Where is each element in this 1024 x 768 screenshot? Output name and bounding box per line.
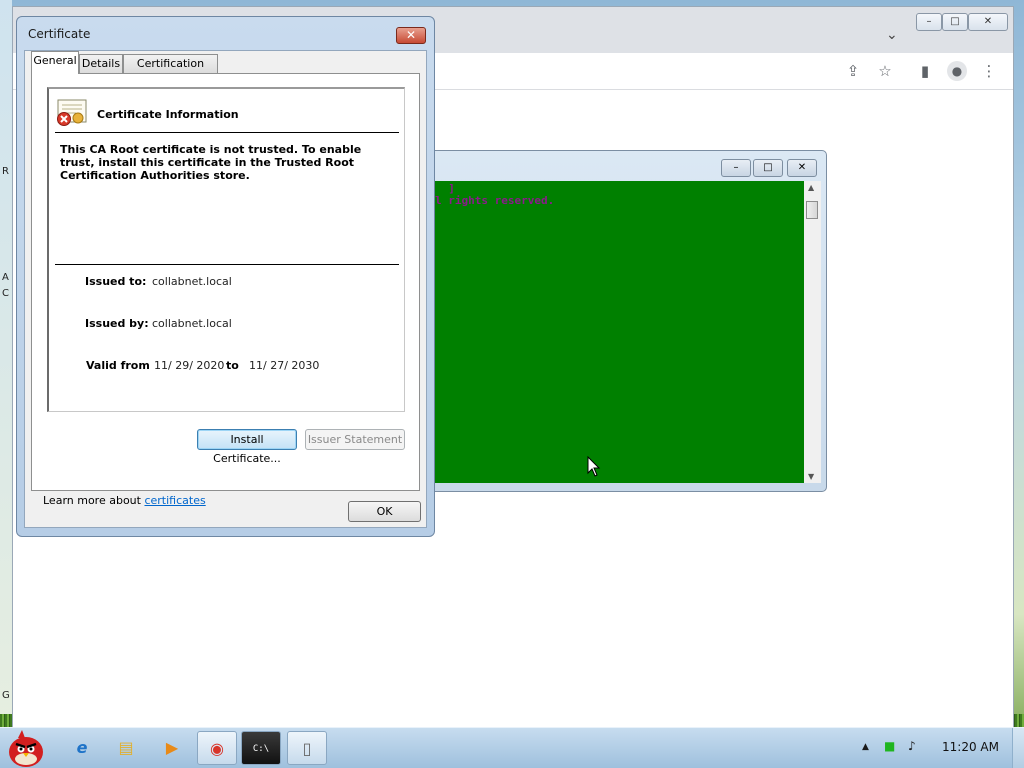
show-hidden-icons-icon[interactable]: ▲ [862,742,869,752]
learn-more-prefix: Learn more about [43,494,145,507]
share-icon[interactable]: ⇪ [843,61,863,81]
minimize-icon[interactable]: – [916,13,942,31]
divider [55,132,399,133]
desktop-left-edge: R A G C [0,0,12,728]
clock[interactable]: 11:20 AM [942,740,999,754]
learn-more-text: Learn more about certificates [43,494,206,507]
dialog-body: General Details Certification Path Certi… [24,50,427,528]
media-player-icon[interactable]: ▶ [152,731,192,765]
start-button-icon[interactable] [4,728,48,768]
tab-search-dropdown-icon[interactable]: ⌄ [886,27,898,43]
desktop-glyph: A [2,272,9,283]
side-panel-icon[interactable]: ▮ [915,61,935,81]
menu-icon[interactable]: ⋮ [979,61,999,81]
valid-from-label: Valid from [86,359,150,372]
folder-icon[interactable]: ▤ [106,731,146,765]
console-line: l rights reserved. [435,194,555,207]
volume-icon[interactable]: ♪ [908,739,916,753]
issuer-statement-button[interactable]: Issuer Statement [305,429,405,450]
scroll-up-icon[interactable]: ▲ [808,183,814,192]
tab-details[interactable]: Details [79,54,123,73]
bookmark-star-icon[interactable]: ☆ [875,61,895,81]
untrusted-certificate-icon [57,99,87,126]
certificate-info-box: Certificate Information This CA Root cer… [47,87,405,412]
valid-from-value: 11/ 29/ 2020 [154,359,225,372]
issued-by-label: Issued by: [85,317,149,330]
general-tab-panel: Certificate Information This CA Root cer… [31,73,420,507]
issued-to-value: collabnet.local [152,275,232,288]
valid-to-value: 11/ 27/ 2030 [249,359,320,372]
close-icon[interactable]: ✕ [968,13,1008,31]
desktop-glyph: C [2,288,9,299]
close-icon[interactable]: ✕ [396,27,426,44]
internet-explorer-icon[interactable]: e [62,731,102,765]
profile-icon[interactable]: ● [947,61,967,81]
scroll-thumb[interactable] [806,201,818,219]
certificate-dialog: Certificate ✕ General Details Certificat… [16,16,435,537]
certificates-link[interactable]: certificates [144,494,205,507]
show-desktop-button[interactable] [1012,728,1024,768]
console-scrollbar[interactable]: ▲ ▼ [804,181,821,483]
tab-certification-path[interactable]: Certification Path [123,54,218,87]
chrome-icon[interactable]: ◉ [197,731,237,765]
mouse-cursor-icon [587,456,601,477]
install-certificate-button[interactable]: Install Certificate... [197,429,297,465]
tab-general[interactable]: General [31,51,79,74]
console-close-icon[interactable]: ✕ [787,159,817,177]
console-window: – □ ✕ ] l rights reserved. ▲ ▼ [430,150,827,492]
taskbar: e ▤ ▶ ◉ C:\ ▯ ▲ ■ ♪ 11:20 AM [0,727,1024,768]
certificate-information-heading: Certificate Information [97,108,239,121]
desktop-glyph: R [2,166,9,177]
scroll-down-icon[interactable]: ▼ [808,472,814,481]
issued-by-value: collabnet.local [152,317,232,330]
network-icon[interactable]: ■ [884,739,895,753]
divider [55,264,399,265]
dialog-title: Certificate [28,27,91,41]
console-maximize-icon[interactable]: □ [753,159,783,177]
console-screen[interactable]: ] l rights reserved. [435,181,804,483]
issued-to-label: Issued to: [85,275,147,288]
valid-to-label: to [226,359,239,372]
notepad-icon[interactable]: ▯ [287,731,327,765]
trust-notice: This CA Root certificate is not trusted.… [60,143,362,182]
ok-button[interactable]: OK [348,501,421,522]
cmd-icon[interactable]: C:\ [241,731,281,765]
console-minimize-icon[interactable]: – [721,159,751,177]
desktop-glyph: G [2,690,10,701]
maximize-icon[interactable]: □ [942,13,968,31]
